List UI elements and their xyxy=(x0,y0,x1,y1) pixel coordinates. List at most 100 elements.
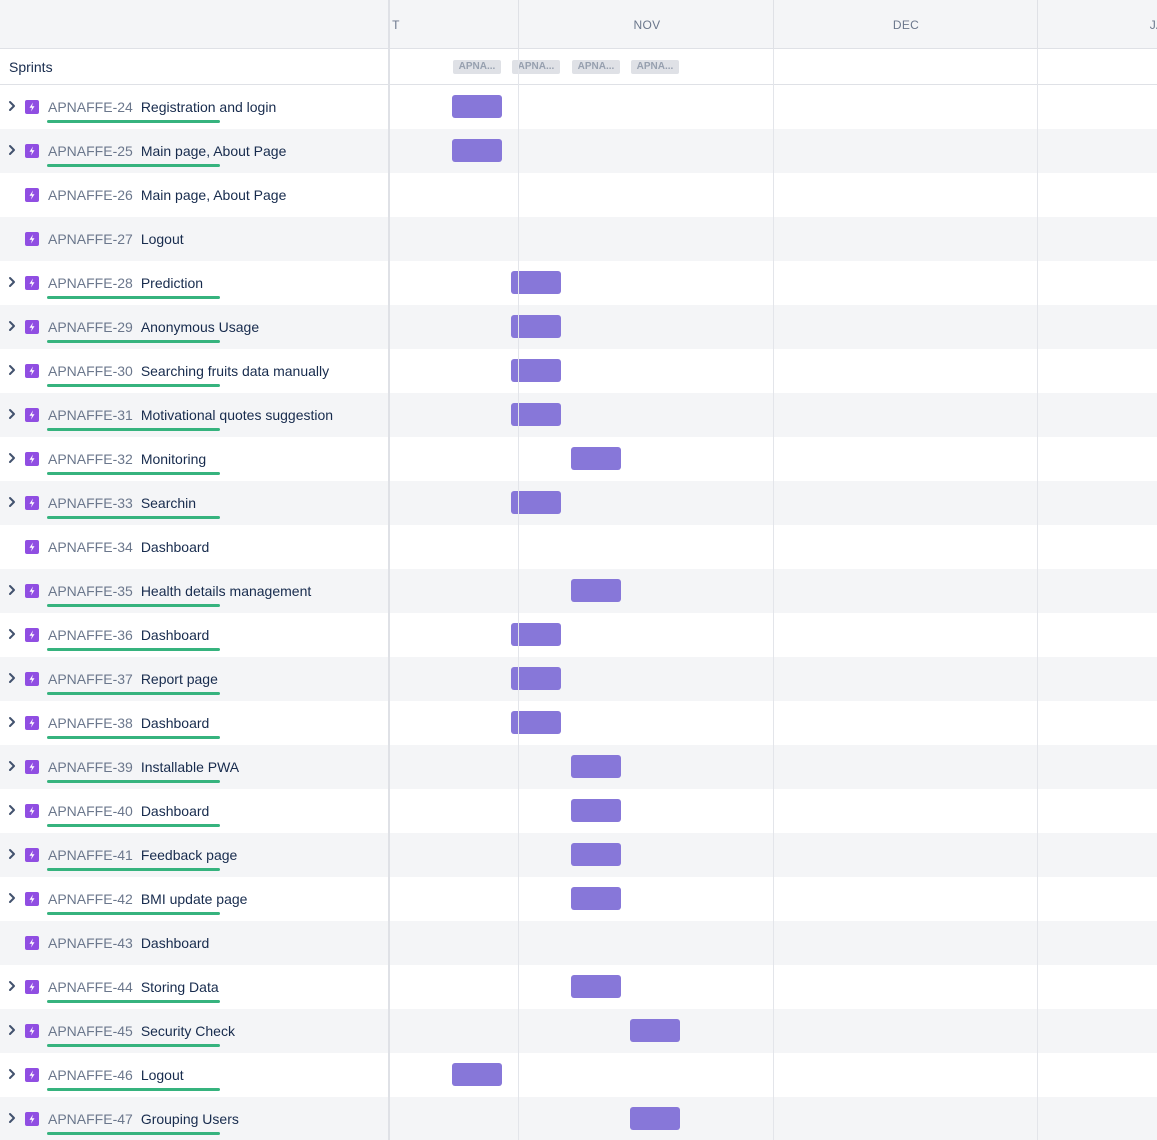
epic-summary[interactable]: Dashboard xyxy=(141,715,210,731)
epic-summary[interactable]: Dashboard xyxy=(141,935,210,951)
epic-row[interactable]: APNAFFE-45 Security Check xyxy=(0,1009,1157,1053)
sprint-chip[interactable]: APNA... xyxy=(631,60,679,74)
timeline-bar[interactable] xyxy=(571,799,621,822)
epic-title[interactable]: APNAFFE-31 Motivational quotes suggestion xyxy=(48,407,333,423)
epic-row[interactable]: APNAFFE-38 Dashboard xyxy=(0,701,1157,745)
epic-key[interactable]: APNAFFE-33 xyxy=(48,495,133,511)
chevron-right-icon[interactable] xyxy=(7,803,17,817)
timeline-bar[interactable] xyxy=(571,755,621,778)
epic-title[interactable]: APNAFFE-41 Feedback page xyxy=(48,847,237,863)
epic-summary[interactable]: Storing Data xyxy=(141,979,219,995)
epic-title[interactable]: APNAFFE-42 BMI update page xyxy=(48,891,247,907)
epic-key[interactable]: APNAFFE-36 xyxy=(48,627,133,643)
epic-summary[interactable]: Dashboard xyxy=(141,539,210,555)
epic-title[interactable]: APNAFFE-37 Report page xyxy=(48,671,218,687)
epic-row[interactable]: APNAFFE-29 Anonymous Usage xyxy=(0,305,1157,349)
chevron-right-icon[interactable] xyxy=(7,319,17,333)
timeline-bar[interactable] xyxy=(452,139,502,162)
epic-title[interactable]: APNAFFE-43 Dashboard xyxy=(48,935,209,951)
epic-summary[interactable]: BMI update page xyxy=(141,891,248,907)
epic-key[interactable]: APNAFFE-29 xyxy=(48,319,133,335)
epic-key[interactable]: APNAFFE-34 xyxy=(48,539,133,555)
epic-title[interactable]: APNAFFE-28 Prediction xyxy=(48,275,203,291)
epic-key[interactable]: APNAFFE-41 xyxy=(48,847,133,863)
epic-summary[interactable]: Logout xyxy=(141,231,184,247)
epic-title[interactable]: APNAFFE-25 Main page, About Page xyxy=(48,143,286,159)
epic-summary[interactable]: Dashboard xyxy=(141,627,210,643)
epic-title[interactable]: APNAFFE-36 Dashboard xyxy=(48,627,209,643)
epic-key[interactable]: APNAFFE-43 xyxy=(48,935,133,951)
epic-title[interactable]: APNAFFE-44 Storing Data xyxy=(48,979,219,995)
epic-row[interactable]: APNAFFE-39 Installable PWA xyxy=(0,745,1157,789)
epic-summary[interactable]: Main page, About Page xyxy=(141,187,287,203)
epic-key[interactable]: APNAFFE-38 xyxy=(48,715,133,731)
epic-key[interactable]: APNAFFE-40 xyxy=(48,803,133,819)
epic-key[interactable]: APNAFFE-46 xyxy=(48,1067,133,1083)
epic-key[interactable]: APNAFFE-45 xyxy=(48,1023,133,1039)
epic-summary[interactable]: Dashboard xyxy=(141,803,210,819)
chevron-right-icon[interactable] xyxy=(7,671,17,685)
chevron-right-icon[interactable] xyxy=(7,99,17,113)
epic-title[interactable]: APNAFFE-40 Dashboard xyxy=(48,803,209,819)
epic-title[interactable]: APNAFFE-27 Logout xyxy=(48,231,184,247)
epic-summary[interactable]: Anonymous Usage xyxy=(141,319,259,335)
timeline-bar[interactable] xyxy=(630,1019,680,1042)
epic-title[interactable]: APNAFFE-39 Installable PWA xyxy=(48,759,239,775)
epic-title[interactable]: APNAFFE-33 Searchin xyxy=(48,495,196,511)
epic-summary[interactable]: Motivational quotes suggestion xyxy=(141,407,333,423)
chevron-right-icon[interactable] xyxy=(7,891,17,905)
epic-summary[interactable]: Searching fruits data manually xyxy=(141,363,329,379)
epic-title[interactable]: APNAFFE-34 Dashboard xyxy=(48,539,209,555)
epic-key[interactable]: APNAFFE-30 xyxy=(48,363,133,379)
epic-row[interactable]: APNAFFE-30 Searching fruits data manually xyxy=(0,349,1157,393)
epic-row[interactable]: APNAFFE-42 BMI update page xyxy=(0,877,1157,921)
epic-key[interactable]: APNAFFE-26 xyxy=(48,187,133,203)
epic-title[interactable]: APNAFFE-29 Anonymous Usage xyxy=(48,319,259,335)
timeline-bar[interactable] xyxy=(571,887,621,910)
timeline-bar[interactable] xyxy=(630,1107,680,1130)
epic-row[interactable]: APNAFFE-32 Monitoring xyxy=(0,437,1157,481)
epic-summary[interactable]: Main page, About Page xyxy=(141,143,287,159)
epic-key[interactable]: APNAFFE-32 xyxy=(48,451,133,467)
chevron-right-icon[interactable] xyxy=(7,275,17,289)
chevron-right-icon[interactable] xyxy=(7,583,17,597)
chevron-right-icon[interactable] xyxy=(7,407,17,421)
chevron-right-icon[interactable] xyxy=(7,143,17,157)
chevron-right-icon[interactable] xyxy=(7,363,17,377)
chevron-right-icon[interactable] xyxy=(7,979,17,993)
epic-row[interactable]: APNAFFE-47 Grouping Users xyxy=(0,1097,1157,1140)
epic-title[interactable]: APNAFFE-26 Main page, About Page xyxy=(48,187,286,203)
sprint-chip[interactable]: APNA... xyxy=(512,60,560,74)
epic-title[interactable]: APNAFFE-24 Registration and login xyxy=(48,99,276,115)
timeline-bar[interactable] xyxy=(571,843,621,866)
epic-summary[interactable]: Health details management xyxy=(141,583,311,599)
epic-summary[interactable]: Installable PWA xyxy=(141,759,239,775)
epic-row[interactable]: APNAFFE-24 Registration and login xyxy=(0,85,1157,129)
sprint-chip[interactable]: APNA... xyxy=(453,60,501,74)
epic-row[interactable]: APNAFFE-26 Main page, About Page xyxy=(0,173,1157,217)
epic-title[interactable]: APNAFFE-38 Dashboard xyxy=(48,715,209,731)
epic-key[interactable]: APNAFFE-39 xyxy=(48,759,133,775)
chevron-right-icon[interactable] xyxy=(7,759,17,773)
epic-key[interactable]: APNAFFE-24 xyxy=(48,99,133,115)
chevron-right-icon[interactable] xyxy=(7,627,17,641)
chevron-right-icon[interactable] xyxy=(7,847,17,861)
epic-summary[interactable]: Searchin xyxy=(141,495,196,511)
epic-key[interactable]: APNAFFE-25 xyxy=(48,143,133,159)
epic-row[interactable]: APNAFFE-34 Dashboard xyxy=(0,525,1157,569)
epic-row[interactable]: APNAFFE-35 Health details management xyxy=(0,569,1157,613)
epic-key[interactable]: APNAFFE-44 xyxy=(48,979,133,995)
epic-row[interactable]: APNAFFE-27 Logout xyxy=(0,217,1157,261)
epic-title[interactable]: APNAFFE-35 Health details management xyxy=(48,583,311,599)
epic-title[interactable]: APNAFFE-46 Logout xyxy=(48,1067,184,1083)
epic-row[interactable]: APNAFFE-25 Main page, About Page xyxy=(0,129,1157,173)
chevron-right-icon[interactable] xyxy=(7,715,17,729)
epic-row[interactable]: APNAFFE-40 Dashboard xyxy=(0,789,1157,833)
epic-summary[interactable]: Monitoring xyxy=(141,451,206,467)
epic-title[interactable]: APNAFFE-45 Security Check xyxy=(48,1023,235,1039)
epic-row[interactable]: APNAFFE-44 Storing Data xyxy=(0,965,1157,1009)
epic-row[interactable]: APNAFFE-37 Report page xyxy=(0,657,1157,701)
epic-row[interactable]: APNAFFE-41 Feedback page xyxy=(0,833,1157,877)
epic-key[interactable]: APNAFFE-47 xyxy=(48,1111,133,1127)
timeline-bar[interactable] xyxy=(571,579,621,602)
